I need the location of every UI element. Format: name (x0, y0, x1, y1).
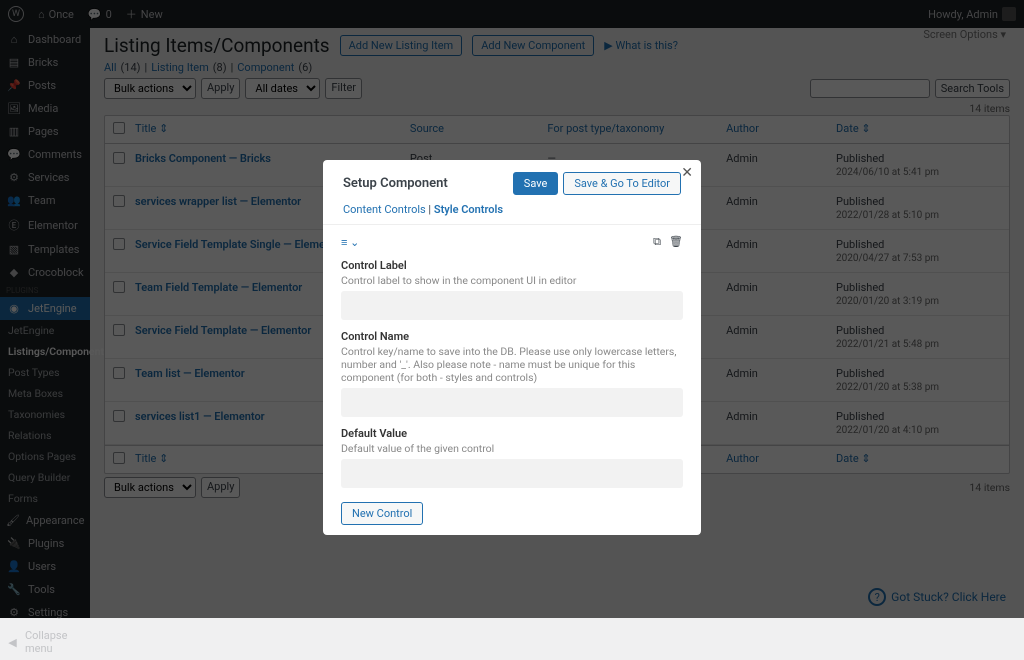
modal-overlay: ✕ Setup Component Save Save & Go To Edit… (0, 0, 1024, 618)
control-label-input[interactable] (341, 291, 683, 320)
tab-content-controls[interactable]: Content Controls (343, 203, 426, 216)
setup-component-modal: ✕ Setup Component Save Save & Go To Edit… (323, 160, 701, 535)
clone-icon[interactable]: ⧉ (653, 235, 661, 248)
control-name-input[interactable] (341, 388, 683, 417)
delete-icon[interactable]: 🗑 (669, 235, 683, 248)
tab-style-controls[interactable]: Style Controls (434, 203, 503, 216)
control-toggle[interactable]: ≡ ⌄ (341, 236, 359, 249)
new-control-button[interactable]: New Control (341, 502, 423, 525)
save-go-editor-button[interactable]: Save & Go To Editor (563, 172, 681, 195)
close-icon[interactable]: ✕ (681, 165, 693, 181)
default-value-heading: Default Value (341, 427, 683, 440)
default-value-input[interactable] (341, 459, 683, 488)
collapse-menu[interactable]: ◀Collapse menu (0, 624, 90, 660)
control-name-heading: Control Name (341, 330, 683, 343)
control-label-heading: Control Label (341, 259, 683, 272)
save-button[interactable]: Save (513, 172, 559, 195)
modal-title: Setup Component (343, 176, 448, 191)
